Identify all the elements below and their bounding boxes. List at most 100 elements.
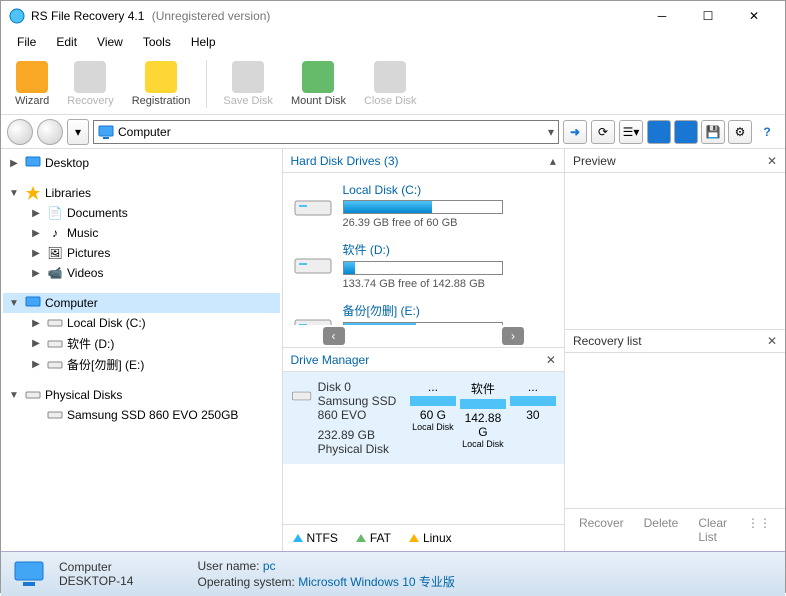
close-icon[interactable]: ✕ <box>546 353 556 367</box>
sidebar: ▶ Desktop ▼ Libraries ▶📄Documents▶♪Music… <box>1 149 283 551</box>
address-dropdown-icon[interactable]: ▾ <box>548 125 554 139</box>
tree-drive-item[interactable]: ▶软件 (D:) <box>25 333 280 354</box>
drive-icon <box>47 315 63 331</box>
chevron-down-icon[interactable]: ▼ <box>7 390 21 401</box>
menu-view[interactable]: View <box>87 33 133 51</box>
tree-drive-item[interactable]: ▶备份[勿删] (E:) <box>25 354 280 375</box>
tree-libraries[interactable]: ▼ Libraries <box>3 183 280 203</box>
go-button[interactable]: ➜ <box>563 120 587 144</box>
menubar: File Edit View Tools Help <box>1 31 785 53</box>
computer-icon <box>98 124 114 140</box>
center-panel: Hard Disk Drives (3) ▴ Local Disk (C:) 2… <box>283 149 565 551</box>
recovery-clear-list-button[interactable]: Clear List <box>690 513 735 547</box>
drive-list: Local Disk (C:) 26.39 GB free of 60 GB 软… <box>283 173 564 325</box>
nav-back-button[interactable] <box>7 119 33 145</box>
close-button[interactable]: ✕ <box>731 1 777 31</box>
tree-desktop[interactable]: ▶ Desktop <box>3 153 280 173</box>
tree-library-item[interactable]: ▶🖼Pictures <box>25 243 280 263</box>
computer-icon <box>25 295 41 311</box>
drive-item[interactable]: 备份[勿删] (E:) 16.22 GB free of 30 GB <box>287 296 560 325</box>
view-mode-button[interactable]: ☰▾ <box>619 120 643 144</box>
chevron-down-icon[interactable]: ▼ <box>7 188 21 199</box>
toolbar-save-disk: Save Disk <box>215 59 281 109</box>
tree-library-item[interactable]: ▶📹Videos <box>25 263 280 283</box>
main-area: ▶ Desktop ▼ Libraries ▶📄Documents▶♪Music… <box>1 149 785 551</box>
address-bar[interactable]: ▾ <box>93 120 559 144</box>
address-input[interactable] <box>118 125 548 139</box>
fs-legend-item: NTFS <box>293 531 338 545</box>
disk-partition[interactable]: ...30 <box>510 380 556 456</box>
toolbar-wizard[interactable]: Wizard <box>7 59 57 109</box>
disk-partition[interactable]: ...60 GLocal Disk <box>410 380 456 456</box>
chevron-right-icon[interactable]: ▶ <box>7 158 21 169</box>
toolbar-close-disk: Close Disk <box>356 59 425 109</box>
right-panel: Preview ✕ Recovery list ✕ RecoverDeleteC… <box>565 149 785 551</box>
drive-icon <box>291 241 335 281</box>
panel-btn-2[interactable] <box>674 120 698 144</box>
drive-icon <box>47 407 63 423</box>
fs-legend: NTFS FAT Linux <box>283 524 564 551</box>
preview-title: Preview <box>573 154 767 168</box>
computer-icon <box>13 560 45 588</box>
tree-drive-item[interactable]: ▶Local Disk (C:) <box>25 313 280 333</box>
tree-library-item[interactable]: ▶📄Documents <box>25 203 280 223</box>
toolbar: Wizard Recovery Registration Save Disk M… <box>1 53 785 115</box>
recovery-delete-button[interactable]: Delete <box>636 513 687 547</box>
tree-computer[interactable]: ▼ Computer <box>3 293 280 313</box>
statusbar: Computer DESKTOP-14 User name: pc Operat… <box>1 551 785 596</box>
menu-edit[interactable]: Edit <box>46 33 87 51</box>
library-icon: ♪ <box>47 225 63 241</box>
close-icon[interactable]: ✕ <box>767 334 777 348</box>
drive-icon <box>25 387 41 403</box>
refresh-button[interactable]: ⟳ <box>591 120 615 144</box>
drive-icon <box>47 336 63 352</box>
toolbar-recovery: Recovery <box>59 59 121 109</box>
recovery-list-title: Recovery list <box>573 334 767 348</box>
monitor-icon <box>25 155 41 171</box>
minimize-button[interactable]: ─ <box>639 1 685 31</box>
recovery-actions: RecoverDeleteClear List⋮⋮ <box>565 508 785 551</box>
toolbar-mount-disk[interactable]: Mount Disk <box>283 59 354 109</box>
maximize-button[interactable]: ☐ <box>685 1 731 31</box>
save-button[interactable]: 💾 <box>701 120 725 144</box>
disk-partition[interactable]: 软件142.88 GLocal Disk <box>460 380 506 456</box>
drive-icon <box>47 357 63 373</box>
library-icon: 📄 <box>47 205 63 221</box>
window-title: RS File Recovery 4.1 (Unregistered versi… <box>31 9 639 23</box>
recovery-menu-button[interactable]: ⋮⋮ <box>739 513 779 547</box>
scroll-left-button[interactable]: ‹ <box>323 327 345 345</box>
titlebar: RS File Recovery 4.1 (Unregistered versi… <box>1 1 785 31</box>
fs-legend-item: FAT <box>356 531 391 545</box>
close-icon[interactable]: ✕ <box>767 154 777 168</box>
menu-tools[interactable]: Tools <box>133 33 181 51</box>
drive-icon <box>291 302 335 325</box>
disk-row[interactable]: Disk 0 Samsung SSD 860 EVO 232.89 GB Phy… <box>283 372 564 464</box>
drive-icon <box>291 183 335 223</box>
preview-body <box>565 173 785 329</box>
drives-header: Hard Disk Drives (3) ▴ <box>283 149 564 173</box>
scroll-right-button[interactable]: › <box>502 327 524 345</box>
library-icon: 📹 <box>47 265 63 281</box>
nav-forward-button[interactable] <box>37 119 63 145</box>
drive-item[interactable]: Local Disk (C:) 26.39 GB free of 60 GB <box>287 177 560 235</box>
chevron-down-icon[interactable]: ▼ <box>7 298 21 309</box>
settings-button[interactable]: ⚙ <box>728 120 752 144</box>
toolbar-registration[interactable]: Registration <box>124 59 199 109</box>
panel-btn-1[interactable] <box>647 120 671 144</box>
menu-file[interactable]: File <box>7 33 46 51</box>
nav-history-dropdown[interactable]: ▾ <box>67 119 89 145</box>
tree-library-item[interactable]: ▶♪Music <box>25 223 280 243</box>
menu-help[interactable]: Help <box>181 33 226 51</box>
tree-physical-disk-item[interactable]: ▶Samsung SSD 860 EVO 250GB <box>25 405 280 425</box>
recovery-recover-button[interactable]: Recover <box>571 513 632 547</box>
drive-manager-title: Drive Manager <box>291 353 546 367</box>
collapse-icon[interactable]: ▴ <box>550 154 556 168</box>
fs-legend-item: Linux <box>409 531 452 545</box>
star-icon <box>25 185 41 201</box>
help-button[interactable]: ? <box>755 120 779 144</box>
recovery-list-body <box>565 353 785 509</box>
drive-manager-panel: Drive Manager ✕ Disk 0 Samsung SSD 860 E… <box>283 347 564 551</box>
drive-item[interactable]: 软件 (D:) 133.74 GB free of 142.88 GB <box>287 235 560 296</box>
app-icon <box>9 8 25 24</box>
tree-physical-disks[interactable]: ▼ Physical Disks <box>3 385 280 405</box>
